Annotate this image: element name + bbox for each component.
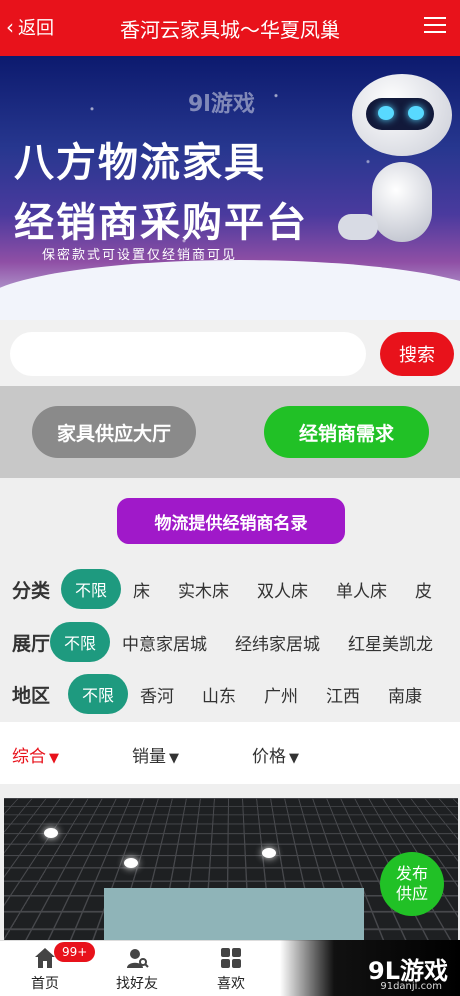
filter-option[interactable]: 红星美凯龙 [348,630,433,655]
tab-like-label: 喜欢 [217,976,245,992]
filter-option[interactable]: 实木床 [178,577,229,602]
filter-chip-any[interactable]: 不限 [68,674,129,714]
search-bar: 搜索 [0,320,460,386]
promo-banner[interactable]: 9l游戏 八方物流家具 经销商采购平台 保密款式可设置仅经销商可见 [0,56,460,320]
filter-option[interactable]: 单人床 [336,577,387,602]
grid-icon [196,945,266,971]
filter-option[interactable]: 床 [133,577,150,602]
filter-chip-any[interactable]: 不限 [50,622,111,662]
filter-chip-any[interactable]: 不限 [60,569,121,609]
tab-friends[interactable]: 找好友 [102,945,172,993]
find-friend-icon [102,945,172,971]
filter-option[interactable]: 皮 [415,577,432,602]
filter-option[interactable]: 中意家居城 [122,630,207,655]
publish-supply-button[interactable]: 发布 供应 [380,852,444,916]
filter-row-region: 地区 不限 香河 山东 广州 江西 南康 [0,668,460,720]
search-button[interactable]: 搜索 [380,332,454,376]
filter-option[interactable]: 山东 [202,682,236,707]
menu-icon[interactable] [424,12,446,36]
publish-line-2: 供应 [395,884,428,903]
sort-bar: 综合 ▼ 销量 ▼ 价格 ▼ [0,722,460,784]
dealer-directory-button[interactable]: 物流提供经销商名录 [117,498,345,544]
triangle-down-icon: ▼ [49,751,59,766]
tab-like[interactable]: 喜欢 [196,945,266,993]
banner-watermark: 9l游戏 [188,92,255,117]
sort-price-label: 价格 [252,747,286,767]
filter-label: 展厅 [12,632,51,655]
dealer-demand-button[interactable]: 经销商需求 [264,406,429,458]
tab-friends-label: 找好友 [116,976,158,992]
filter-option[interactable]: 广州 [264,682,298,707]
brand-watermark: 9L游戏 91danji.com [280,940,460,996]
tab-home-label: 首页 [31,976,59,992]
filter-option[interactable]: 南康 [388,682,422,707]
sort-price[interactable]: 价格 ▼ [252,742,299,767]
brand-site: 91danji.com [380,981,442,992]
notification-badge: 99+ [54,942,96,962]
filter-option[interactable]: 江西 [326,682,360,707]
filter-label: 地区 [12,684,51,707]
filter-option[interactable]: 香河 [140,682,174,707]
triangle-down-icon: ▼ [289,751,299,766]
search-input[interactable] [10,332,366,376]
filter-row-showroom: 展厅 不限 中意家居城 经纬家居城 红星美凯龙 [0,616,460,668]
triangle-down-icon: ▼ [169,751,179,766]
filter-row-category: 分类 不限 床 实木床 双人床 单人床 皮 [0,563,460,615]
top-bar: ‹ 返回 香河云家具城～华夏凤巢 [0,0,460,56]
sort-overall-label: 综合 [12,747,46,767]
supply-hall-button[interactable]: 家具供应大厅 [32,406,196,458]
robot-illustration [338,74,452,284]
filter-label: 分类 [12,579,51,602]
filter-option[interactable]: 双人床 [257,577,308,602]
sort-overall[interactable]: 综合 ▼ [12,742,59,767]
category-tabs: 家具供应大厅 经销商需求 [0,386,460,478]
sort-sales[interactable]: 销量 ▼ [132,742,179,767]
page-title: 香河云家具城～华夏凤巢 [120,18,340,42]
sort-sales-label: 销量 [132,747,166,767]
banner-headline-1: 八方物流家具 [14,140,266,186]
banner-headline-2: 经销商采购平台 [14,200,308,246]
publish-line-1: 发布 [395,864,428,883]
filter-option[interactable]: 经纬家居城 [235,630,320,655]
